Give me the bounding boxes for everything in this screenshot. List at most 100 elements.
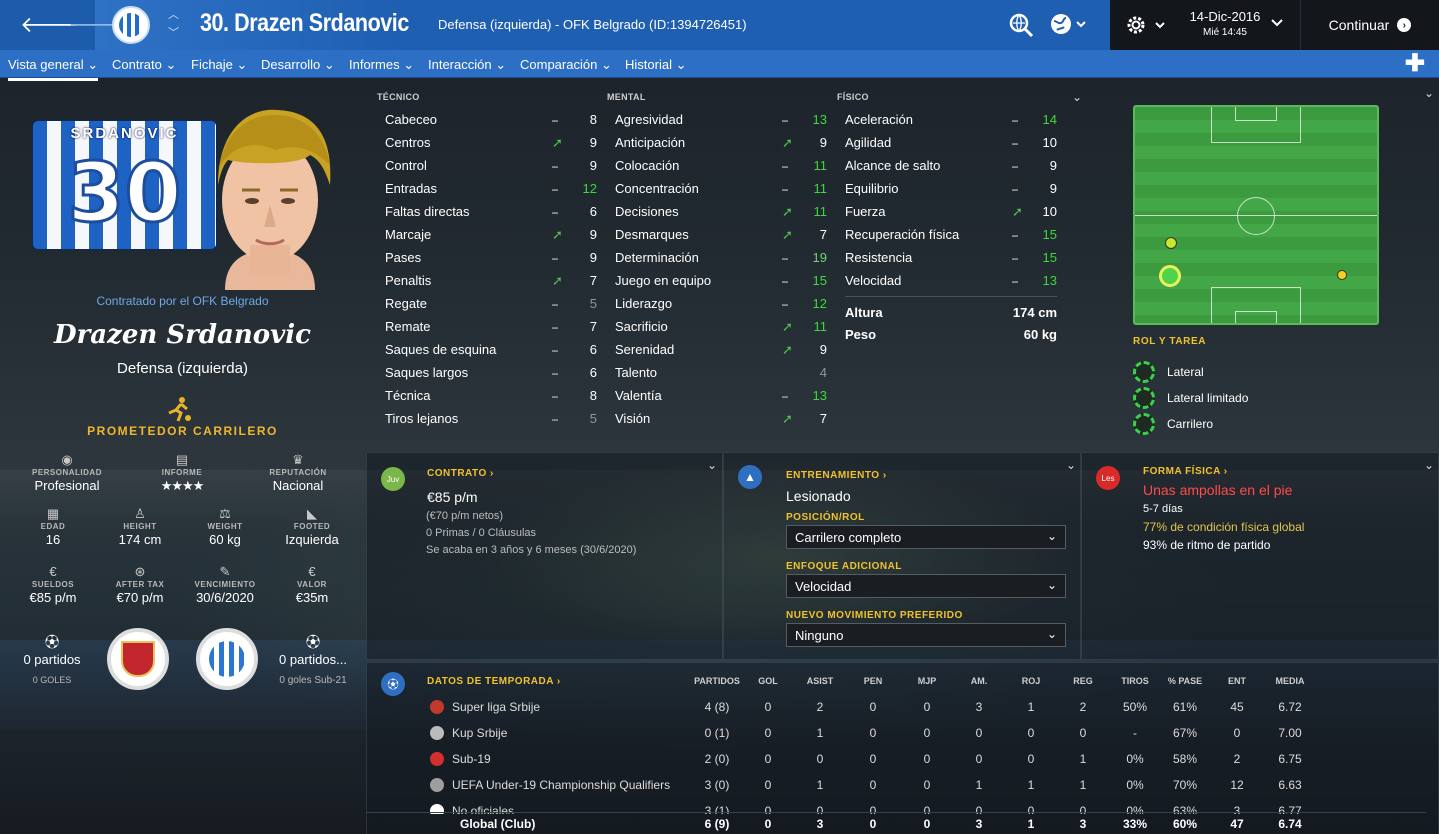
move-select[interactable]: Ninguno ⌄ [786, 623, 1066, 647]
season-column-header[interactable]: % PASE [1160, 676, 1210, 686]
season-column-header[interactable]: TIROS [1110, 676, 1160, 686]
attribute-row[interactable]: Técnica ▬ 8 [385, 388, 615, 411]
role-item[interactable]: Lateral [1133, 361, 1204, 383]
attribute-row[interactable]: Control ▬ 9 [385, 158, 615, 181]
attribute-row[interactable]: Pases ▬ 9 [385, 250, 615, 273]
role-item[interactable]: Lateral limitado [1133, 387, 1248, 409]
season-column-header[interactable]: REG [1058, 676, 1108, 686]
attribute-row[interactable]: Fuerza ➚ 10 [845, 204, 1075, 227]
attribute-row[interactable]: Cabeceo ▬ 8 [385, 112, 615, 135]
season-column-header[interactable]: GOL [743, 676, 793, 686]
table-cell: 0 [1027, 726, 1035, 740]
attribute-row[interactable]: Equilibrio ▬ 9 [845, 181, 1075, 204]
position-role-select[interactable]: Carrilero completo ⌄ [786, 525, 1066, 549]
attribute-row[interactable]: Agilidad ▬ 10 [845, 135, 1075, 158]
chevron-down-icon[interactable]: ⌄ [1424, 458, 1434, 472]
tab-desarrollo[interactable]: Desarrollo ⌄ [261, 57, 335, 73]
continue-button[interactable]: Continuar › [1300, 0, 1439, 50]
chevron-down-icon[interactable]: ⌄ [1066, 458, 1076, 472]
table-cell: 6.72 [1278, 700, 1302, 714]
tab-informes[interactable]: Informes ⌄ [349, 57, 414, 73]
attribute-row[interactable]: Decisiones ➚ 11 [615, 204, 845, 227]
table-cell: 0 [764, 700, 772, 714]
table-row[interactable]: Kup Srbije 0 (1) 0 1 0 0 0 0 0 - 67% 0 7.00 [426, 726, 1326, 752]
attribute-row[interactable]: Resistencia ▬ 15 [845, 250, 1075, 273]
tab-contrato[interactable]: Contrato ⌄ [112, 57, 176, 73]
attribute-row[interactable]: Determinación ▬ 19 [615, 250, 845, 273]
season-column-header[interactable]: ENT [1212, 676, 1262, 686]
chevron-down-icon[interactable]: ⌄ [707, 458, 717, 472]
stat-reputation: ♛ REPUTACIÓN Nacional [269, 452, 327, 493]
globe-icon[interactable] [1050, 12, 1090, 42]
tab-comparacion[interactable]: Comparación ⌄ [520, 57, 612, 73]
chevron-down-icon[interactable]: ⌄ [1072, 90, 1082, 104]
attribute-row[interactable]: Centros ➚ 9 [385, 135, 615, 158]
season-column-header[interactable]: PARTIDOS [690, 676, 744, 686]
gear-icon[interactable] [1125, 13, 1167, 43]
attribute-row[interactable]: Agresividad ▬ 13 [615, 112, 845, 135]
attribute-row[interactable]: Alcance de salto ▬ 9 [845, 158, 1075, 181]
ofk-badge-icon[interactable] [196, 628, 258, 690]
tab-fichaje[interactable]: Fichaje ⌄ [191, 57, 247, 73]
contract-wage: €85 p/m [427, 489, 478, 505]
chevron-down-icon[interactable] [1270, 15, 1284, 32]
table-row[interactable]: UEFA Under-19 Championship Qualifiers 3 (… [426, 778, 1326, 804]
attribute-value: 7 [589, 319, 597, 334]
attribute-value: 12 [582, 181, 597, 196]
tab-vista-general[interactable]: Vista general ⌄ [8, 57, 99, 81]
attribute-row[interactable]: Faltas directas ▬ 6 [385, 204, 615, 227]
attribute-row[interactable]: Talento 4 [615, 365, 845, 388]
game-date[interactable]: 14-Dic-2016 Mié 14:45 [1180, 9, 1270, 38]
injury-duration: 5-7 días [1143, 503, 1183, 515]
search-globe-icon[interactable] [1008, 12, 1034, 44]
attribute-row[interactable]: Saques largos ▬ 6 [385, 365, 615, 388]
focus-select[interactable]: Velocidad ⌄ [786, 574, 1066, 598]
trend-flat-icon: ▬ [552, 256, 558, 262]
season-column-header[interactable]: MJP [902, 676, 952, 686]
attribute-row[interactable]: Velocidad ▬ 13 [845, 273, 1075, 296]
attribute-name: Serenidad [615, 342, 675, 357]
role-item[interactable]: Carrilero [1133, 413, 1213, 435]
attribute-row[interactable]: Recuperación física ▬ 15 [845, 227, 1075, 250]
contract-title[interactable]: CONTRATO › [427, 468, 494, 479]
attribute-row[interactable]: Penaltis ➚ 7 [385, 273, 615, 296]
attribute-row[interactable]: Visión ➚ 7 [615, 411, 845, 434]
attribute-row[interactable]: Serenidad ➚ 9 [615, 342, 845, 365]
attribute-row[interactable]: Tiros lejanos ▬ 5 [385, 411, 615, 434]
season-column-header[interactable]: AM. [954, 676, 1004, 686]
attribute-row[interactable]: Sacrificio ➚ 11 [615, 319, 845, 342]
table-row[interactable]: Sub-19 2 (0) 0 0 0 0 0 0 1 0% 58% 2 6.75 [426, 752, 1326, 778]
position-pitch[interactable] [1133, 105, 1379, 325]
tab-historial[interactable]: Historial ⌄ [625, 57, 686, 73]
attribute-row[interactable]: Saques de esquina ▬ 6 [385, 342, 615, 365]
attribute-row[interactable]: Colocación ▬ 11 [615, 158, 845, 181]
attribute-row[interactable]: Regate ▬ 5 [385, 296, 615, 319]
season-column-header[interactable]: PEN [848, 676, 898, 686]
attribute-row[interactable]: Aceleración ▬ 14 [845, 112, 1075, 135]
attribute-row[interactable]: Liderazgo ▬ 12 [615, 296, 845, 319]
contracted-by[interactable]: Contratado por el OFK Belgrado [0, 294, 365, 308]
club-badge-icon[interactable] [112, 6, 150, 44]
training-title[interactable]: ENTRENAMIENTO › [786, 470, 887, 481]
tab-interaccion[interactable]: Interacción ⌄ [428, 57, 506, 73]
stat-report[interactable]: ▤ INFORME ★★★★ [132, 452, 232, 494]
attribute-row[interactable]: Marcaje ➚ 9 [385, 227, 615, 250]
attribute-row[interactable]: Juego en equipo ▬ 15 [615, 273, 845, 296]
attribute-row[interactable]: Desmarques ➚ 7 [615, 227, 845, 250]
prev-next-player-icon[interactable]: ︿ ﹀ [168, 6, 179, 42]
attribute-row[interactable]: Remate ▬ 7 [385, 319, 615, 342]
chevron-down-icon[interactable]: ⌄ [1424, 86, 1434, 100]
table-row[interactable]: Super liga Srbije 4 (8) 0 2 0 0 3 1 2 50% 61% 45 6.7… [426, 700, 1326, 726]
attribute-name: Saques largos [385, 365, 469, 380]
season-title[interactable]: DATOS DE TEMPORADA › [427, 676, 561, 687]
attribute-row[interactable]: Concentración ▬ 11 [615, 181, 845, 204]
season-column-header[interactable]: MEDIA [1265, 676, 1315, 686]
serbia-badge-icon[interactable] [107, 628, 169, 690]
attribute-row[interactable]: Anticipación ➚ 9 [615, 135, 845, 158]
attribute-row[interactable]: Valentía ▬ 13 [615, 388, 845, 411]
season-column-header[interactable]: ASIST [795, 676, 845, 686]
attribute-row[interactable]: Entradas ▬ 12 [385, 181, 615, 204]
add-icon[interactable]: ✚ [1405, 52, 1425, 76]
fitness-title[interactable]: FORMA FÍSICA › [1143, 466, 1228, 477]
season-column-header[interactable]: ROJ [1006, 676, 1056, 686]
